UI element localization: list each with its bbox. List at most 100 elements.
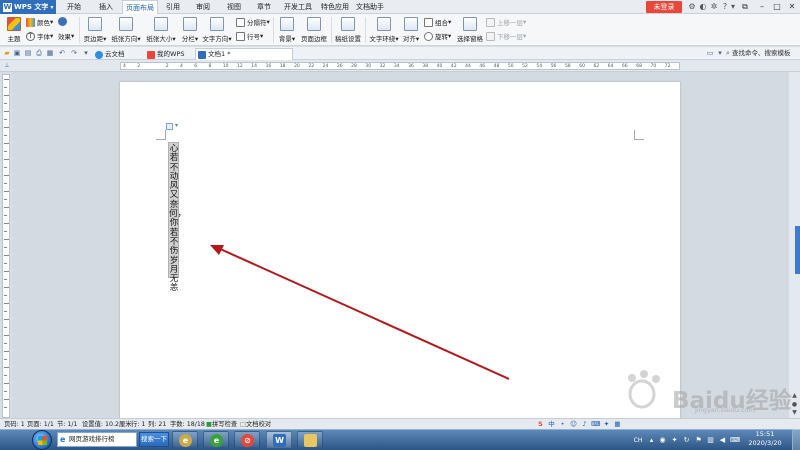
ruler-tick xyxy=(4,215,7,216)
tray-ime-label[interactable]: CH xyxy=(632,436,644,445)
taskbar-search-button[interactable]: 搜索一下 xyxy=(139,432,169,447)
vertical-text-box[interactable]: 心若不动风又奈何，你若不伤岁月无恙 xyxy=(168,142,186,293)
taskbar-wps-button[interactable]: W xyxy=(266,431,292,448)
breaks-button[interactable]: 分隔符 ▾ xyxy=(236,17,270,27)
send-backward-button[interactable]: 下移一层 ▾ xyxy=(486,31,526,41)
horizontal-ruler[interactable]: 4 2 2 4 6 8 10 12 14 16 18 20 22 24 26 28 30 32 34 36 38 40 42… xyxy=(120,62,680,70)
gear-icon[interactable]: ✲ xyxy=(710,3,718,11)
tab-insert[interactable]: 插入 xyxy=(92,0,120,14)
chevron-down-icon[interactable]: ▾ xyxy=(82,49,90,57)
tray-input-icon[interactable]: ⌨ xyxy=(730,436,740,445)
tab-page-layout[interactable]: 页面布局 xyxy=(122,0,158,14)
fonts-button[interactable]: T 字体 ▾ xyxy=(26,31,53,41)
tab-home[interactable]: 开始 xyxy=(60,0,88,14)
restore-window-icon[interactable]: ⧉ xyxy=(740,2,750,12)
tab-doc-assistant[interactable]: 文档助手 xyxy=(353,0,387,14)
search-commands-input[interactable]: 查找命令、搜索模板 xyxy=(732,48,791,59)
tray-flag-icon[interactable]: ⚑ xyxy=(694,436,703,445)
group-button[interactable]: 组合 ▾ xyxy=(424,17,451,27)
ruler-tick xyxy=(4,287,9,288)
vertical-ruler[interactable] xyxy=(2,74,10,418)
search-icon[interactable]: ⌕ xyxy=(724,49,732,57)
scrollbar-thumb[interactable] xyxy=(795,226,800,274)
settings-icon[interactable]: ⚙ xyxy=(688,3,696,11)
skin-icon[interactable]: ✦ xyxy=(602,420,611,429)
line-numbers-label: 行号 xyxy=(247,33,260,41)
taskbar-app-button[interactable]: ⊘ xyxy=(234,431,260,448)
paper-size-button[interactable]: 纸张大小▾ xyxy=(145,16,177,43)
keyboard-icon[interactable]: ⌨ xyxy=(591,420,600,429)
start-button[interactable] xyxy=(32,430,52,450)
system-clock[interactable]: 15:51 2020/3/20 xyxy=(741,430,789,448)
print-preview-icon[interactable]: ▤ xyxy=(24,49,32,57)
tab-developer[interactable]: 开发工具 xyxy=(281,0,315,14)
effects-label-button[interactable]: 效果 ▾ xyxy=(58,31,74,41)
tab-review[interactable]: 审阅 xyxy=(190,0,216,14)
orientation-button[interactable]: 纸张方向▾ xyxy=(110,16,142,43)
tray-app-icon[interactable]: ◉ xyxy=(658,436,667,445)
tab-cloud-docs[interactable]: 云文档 xyxy=(92,48,142,60)
divider xyxy=(273,17,274,43)
tray-security-icon[interactable]: ✦ xyxy=(670,436,679,445)
tab-view[interactable]: 视图 xyxy=(221,0,247,14)
paste-icon[interactable]: ▦ xyxy=(46,49,54,57)
colors-button[interactable]: 颜色 ▾ xyxy=(26,17,53,27)
align-button[interactable]: 对齐▾ xyxy=(401,16,421,43)
page-border-button[interactable]: 页面边框 xyxy=(300,16,328,43)
taskbar-folder-button[interactable] xyxy=(297,431,323,448)
taskbar-ie-button[interactable]: e xyxy=(172,431,198,448)
chevron-down-icon[interactable]: ▾ xyxy=(729,3,737,11)
help-icon[interactable]: ? xyxy=(721,3,729,11)
minimize-icon[interactable]: – xyxy=(757,2,767,12)
draft-settings-button[interactable]: 稿纸设置 xyxy=(334,16,362,43)
ie-icon: e xyxy=(179,434,192,447)
tray-network-icon[interactable]: ▥ xyxy=(706,436,715,445)
wrap-text-button[interactable]: 文字环绕▾ xyxy=(368,16,400,43)
vertical-text[interactable]: 心若不动风又奈何，你若不伤岁月无恙 xyxy=(169,144,186,294)
tab-my-wps[interactable]: 我的WPS xyxy=(144,48,194,60)
microphone-icon[interactable]: ♪ xyxy=(580,420,589,429)
taskbar-360-browser-button[interactable]: e xyxy=(203,431,229,448)
print-icon[interactable]: ⎙ xyxy=(35,49,43,57)
save-icon[interactable]: ▣ xyxy=(13,49,21,57)
effects-button[interactable] xyxy=(58,17,69,26)
redo-icon[interactable]: ↷ xyxy=(70,49,78,57)
tab-chapter[interactable]: 章节 xyxy=(251,0,277,14)
tray-expand-icon[interactable]: ▴ xyxy=(647,436,656,445)
app-menu-button[interactable]: W WPS 文字 ▾ xyxy=(0,0,56,14)
punctuation-icon[interactable]: • xyxy=(558,420,567,429)
ruler-toggle-icon[interactable]: ⊥ xyxy=(3,62,11,70)
skin-icon[interactable]: ◐ xyxy=(699,3,707,11)
margins-button[interactable]: 页边距▾ xyxy=(82,16,108,43)
text-direction-button[interactable]: 文字方向▾ xyxy=(202,16,232,43)
close-icon[interactable]: ✕ xyxy=(787,2,797,12)
monitor-icon[interactable]: ▭ xyxy=(706,49,714,57)
line-numbers-button[interactable]: 行号 ▾ xyxy=(236,31,263,41)
document-page[interactable] xyxy=(120,82,680,422)
anchor-icon[interactable] xyxy=(166,123,173,130)
emoji-icon[interactable]: ☺ xyxy=(569,420,578,429)
toolbox-icon[interactable]: ▦ xyxy=(613,420,622,429)
columns-button[interactable]: 分栏▾ xyxy=(180,16,200,43)
taskbar-search-input[interactable]: e 网页游戏排行榜 xyxy=(57,432,137,447)
undo-icon[interactable]: ↶ xyxy=(58,49,66,57)
tab-document1[interactable]: 文档1 * xyxy=(195,48,293,60)
bring-forward-button[interactable]: 上移一层 ▾ xyxy=(486,17,526,27)
chevron-down-icon[interactable]: ▾ xyxy=(716,49,724,57)
chevron-down-icon[interactable]: ▾ xyxy=(175,122,178,129)
tab-features[interactable]: 特色应用 xyxy=(318,0,352,14)
ime-chinese-icon[interactable]: 中 xyxy=(547,420,556,429)
background-button[interactable]: 背景▾ xyxy=(276,16,298,43)
send-backward-label: 下移一层 xyxy=(497,33,523,41)
selection-pane-button[interactable]: 选择窗格 xyxy=(456,16,484,43)
tray-sync-icon[interactable]: ↻ xyxy=(682,436,691,445)
rotate-button[interactable]: 旋转 ▾ xyxy=(424,31,451,41)
tab-references[interactable]: 引用 xyxy=(160,0,186,14)
show-desktop-button[interactable] xyxy=(792,429,800,450)
sogou-ime-icon[interactable]: S xyxy=(536,420,545,429)
maximize-icon[interactable]: □ xyxy=(772,2,782,12)
tray-volume-icon[interactable]: ◀ xyxy=(718,436,727,445)
login-button[interactable]: 未登录 xyxy=(646,1,682,13)
open-folder-icon[interactable]: ▰ xyxy=(3,49,11,57)
theme-button[interactable]: 主题 xyxy=(4,16,24,43)
